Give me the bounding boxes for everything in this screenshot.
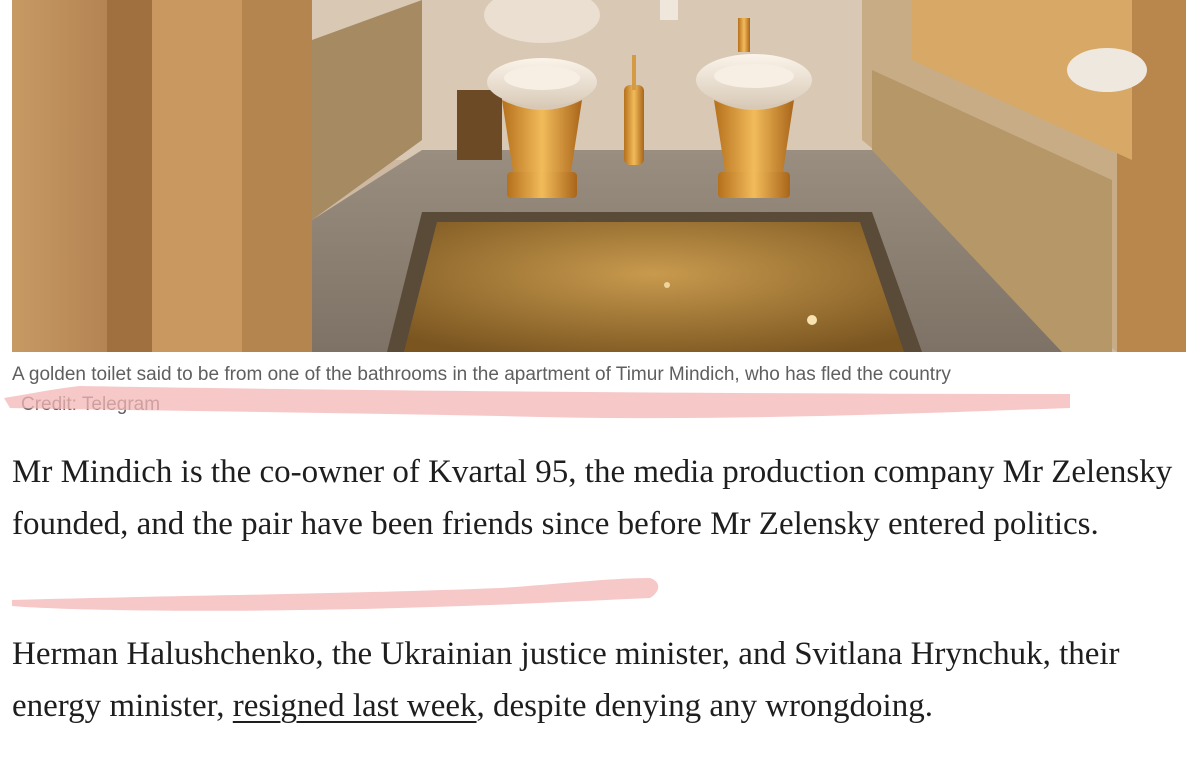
resigned-last-week-link[interactable]: resigned last week — [233, 688, 477, 724]
golden-bathroom-image — [12, 0, 1186, 352]
paragraph-2-text-after: , despite denying any wrongdoing. — [476, 688, 933, 724]
paragraph-1-text: Mr Mindich is the co-owner of Kvartal 95… — [12, 454, 1173, 542]
article-photo — [12, 0, 1186, 352]
photo-caption: A golden toilet said to be from one of t… — [12, 360, 1192, 415]
photo-credit: Credit: Telegram — [21, 394, 161, 415]
caption-text: A golden toilet said to be from one of t… — [12, 364, 951, 385]
article-paragraph-2: Herman Halushchenko, the Ukrainian justi… — [12, 628, 1182, 732]
article-paragraph-1: Mr Mindich is the co-owner of Kvartal 95… — [12, 446, 1182, 550]
paragraph-highlight-stroke — [12, 578, 659, 611]
